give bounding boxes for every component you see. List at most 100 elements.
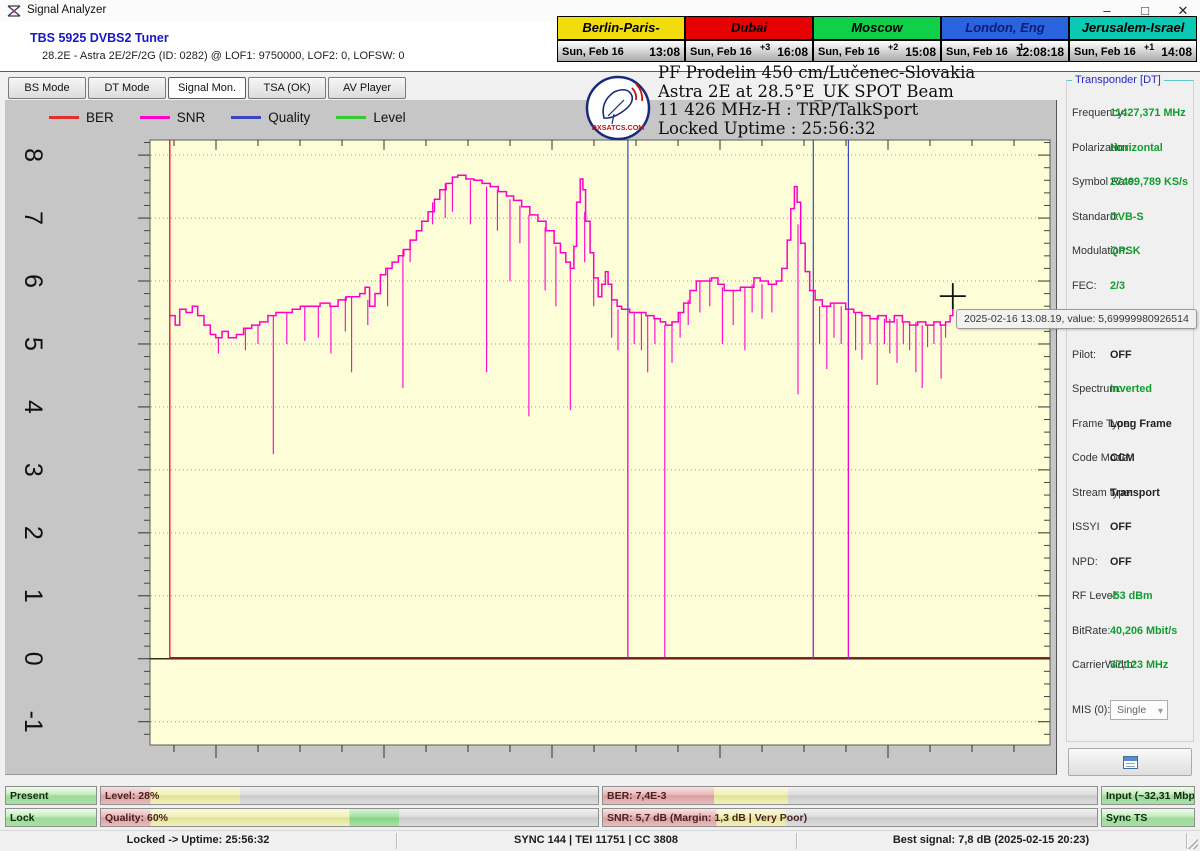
- transponder-value: OFF: [1110, 521, 1132, 533]
- clock-city-4: London, Eng: [941, 16, 1069, 40]
- window-title: Signal Analyzer: [27, 4, 106, 16]
- bar-label: Present: [10, 790, 49, 802]
- transponder-label: NPD:: [1072, 556, 1098, 568]
- status-divider: [796, 833, 797, 849]
- clock-city-5: Jerusalem-Israel: [1069, 16, 1197, 40]
- clock-offset: +3: [760, 42, 770, 52]
- bar-label: BER: 7,4E-3: [607, 790, 667, 802]
- bar-label: Quality: 60%: [105, 812, 168, 824]
- indicator-present: Present: [5, 786, 97, 805]
- bar-gloss: [101, 787, 598, 804]
- clock-day: Sun, Feb 16: [690, 46, 752, 58]
- tuner-details: 28.2E - Astra 2E/2F/2G (ID: 0282) @ LOF1…: [42, 50, 405, 62]
- status-cell-3: Best signal: 7,8 dB (2025-02-15 20:23): [796, 834, 1186, 846]
- transponder-value: Horizontal: [1110, 142, 1163, 154]
- y-axis-label: 8: [19, 148, 47, 162]
- bar-gloss: [101, 809, 598, 826]
- clock-day: Sun, Feb 16: [818, 46, 880, 58]
- transponder-value: 11427,371 MHz: [1110, 107, 1186, 119]
- resize-grip[interactable]: [1188, 839, 1198, 849]
- transponder-value: DVB-S: [1110, 211, 1144, 223]
- annotation-text: PF Prodelin 450 cm/Lučenec-Slovakia Astr…: [658, 64, 1088, 138]
- transponder-value: CCM: [1110, 452, 1135, 464]
- status-bar: Locked -> Uptime: 25:56:32SYNC 144 | TEI…: [0, 830, 1200, 851]
- clock-time: 13:08: [649, 45, 680, 59]
- transponder-value: OFF: [1110, 349, 1132, 361]
- transponder-value: 27499,789 KS/s: [1110, 176, 1188, 188]
- clock-time: 14:08: [1161, 45, 1192, 59]
- indicator-ber: BER: 7,4E-3: [602, 786, 1098, 805]
- bar-gloss: [603, 787, 1097, 804]
- mis-dropdown[interactable]: Single▾: [1110, 700, 1168, 720]
- clock-offset: +1: [1144, 42, 1154, 52]
- transponder-label: BitRate:: [1072, 625, 1110, 637]
- clock-time: 16:08: [777, 45, 808, 59]
- tab-bs-mode[interactable]: BS Mode: [8, 77, 86, 99]
- tab-av-player[interactable]: AV Player: [328, 77, 406, 99]
- annotation-line1: PF Prodelin 450 cm/Lučenec-Slovakia: [658, 64, 1088, 83]
- indicator-snr: SNR: 5,7 dB (Margin: 1,3 dB | Very Poor): [602, 808, 1098, 827]
- transponder-value: -53 dBm: [1110, 590, 1153, 602]
- transponder-value: OFF: [1110, 556, 1132, 568]
- clock-date-1: Sun, Feb 16 13:08: [557, 40, 685, 62]
- y-axis-label: 0: [19, 652, 47, 666]
- annotation-line4: Locked Uptime : 25:56:32: [658, 120, 1088, 139]
- bar-label: Input (~32,31 Mbps): [1106, 790, 1195, 802]
- indicator-sync-ts: Sync TS: [1101, 808, 1195, 827]
- transponder-value: 37,123 MHz: [1110, 659, 1168, 671]
- y-axis-label: 3: [19, 463, 47, 477]
- y-axis-label: 5: [19, 337, 47, 351]
- clock-date-4: Sun, Feb 16-112:08:18: [941, 40, 1069, 62]
- transponder-label: FEC:: [1072, 280, 1097, 292]
- indicator-input-mbps-: Input (~32,31 Mbps): [1101, 786, 1195, 805]
- dxsatcs-logo: DXSATCS.COM: [584, 74, 652, 142]
- chevron-down-icon: ▾: [1158, 703, 1163, 721]
- log-button[interactable]: [1068, 748, 1192, 776]
- indicator-lock: Lock: [5, 808, 97, 827]
- clock-time: 12:08:18: [1016, 45, 1064, 59]
- signal-analyzer-window: Signal Analyzer – □ ✕ TBS 5925 DVBS2 Tun…: [0, 0, 1200, 850]
- clock-time: 15:08: [905, 45, 936, 59]
- y-axis-label: 2: [19, 526, 47, 540]
- status-cell-1: Locked -> Uptime: 25:56:32: [0, 834, 396, 846]
- tuner-name: TBS 5925 DVBS2 Tuner: [30, 31, 169, 45]
- clock-date-2: Sun, Feb 16 +3 16:08: [685, 40, 813, 62]
- y-axis-label: 7: [19, 211, 47, 225]
- tab-dt-mode[interactable]: DT Mode: [88, 77, 166, 99]
- transponder-value: Long Frame: [1110, 418, 1172, 430]
- logo-text: DXSATCS.COM: [592, 123, 645, 132]
- clock-city-3: Moscow: [813, 16, 941, 40]
- mis-label: MIS (0):: [1072, 704, 1110, 716]
- tab-signal-mon-[interactable]: Signal Mon.: [168, 77, 246, 99]
- transponder-value: 40,206 Mbit/s: [1110, 625, 1177, 637]
- clock-city-1: Berlin-Paris-Lučenec: [557, 16, 685, 40]
- tab-tsa-ok-[interactable]: TSA (OK): [248, 77, 326, 99]
- y-axis-label: 1: [19, 589, 47, 603]
- transponder-label: ISSYI: [1072, 521, 1100, 533]
- transponder-value: Inverted: [1110, 383, 1152, 395]
- transponder-value: Transport: [1110, 487, 1160, 499]
- clock-city-2: Dubai: [685, 16, 813, 40]
- annotation-line2: Astra 2E at 28.5°E_UK SPOT Beam: [658, 83, 1088, 102]
- signal-chart[interactable]: -1 0 1 2 3 4 5 6 7 8: [5, 100, 1057, 775]
- chart-panel: BERSNRQualityLevel -1012345678: [5, 100, 1057, 775]
- transponder-value: QPSK: [1110, 245, 1141, 257]
- status-divider: [396, 833, 397, 849]
- status-divider: [1186, 833, 1187, 849]
- clock-date-5: Sun, Feb 16 +1 14:08: [1069, 40, 1197, 62]
- app-icon: [7, 4, 21, 18]
- list-icon: [1123, 756, 1138, 769]
- transponder-value: 2/3: [1110, 280, 1125, 292]
- transponder-label: Pilot:: [1072, 349, 1096, 361]
- indicator-level: Level: 28%: [100, 786, 599, 805]
- clock-day: Sun, Feb 16: [562, 46, 624, 58]
- indicator-quality: Quality: 60%: [100, 808, 599, 827]
- y-axis-label: 6: [19, 274, 47, 288]
- bar-label: SNR: 5,7 dB (Margin: 1,3 dB | Very Poor): [607, 812, 807, 824]
- clock-day: Sun, Feb 16: [1074, 46, 1136, 58]
- value-tooltip: 2025-02-16 13.08.19, value: 5,6999998092…: [956, 309, 1197, 329]
- clock-day: Sun, Feb 16: [946, 46, 1008, 58]
- y-axis-label: -1: [19, 711, 47, 733]
- clock-date-3: Sun, Feb 16+215:08: [813, 40, 941, 62]
- y-axis-label: 4: [19, 400, 47, 414]
